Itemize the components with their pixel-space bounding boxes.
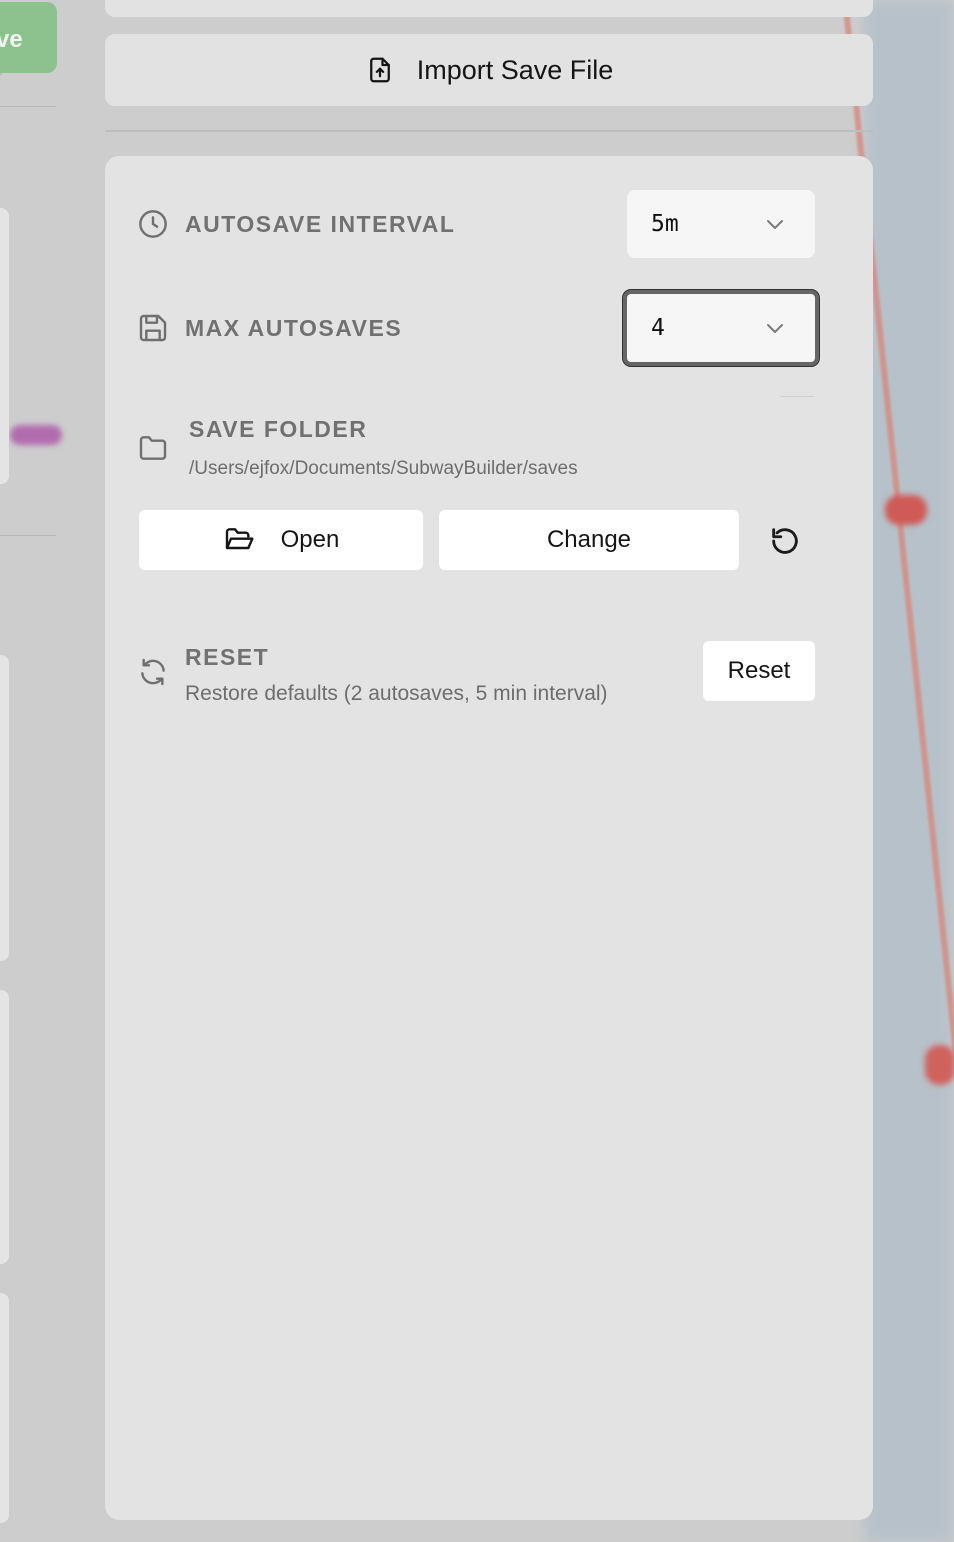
save-folder-label: SAVE FOLDER xyxy=(189,416,368,442)
left-card xyxy=(0,1293,9,1523)
previous-section-card xyxy=(105,0,873,17)
import-save-file-button[interactable]: Import Save File xyxy=(105,34,873,106)
reset-button[interactable]: Reset xyxy=(703,641,815,701)
rotate-ccw-icon xyxy=(772,527,798,554)
open-folder-button[interactable]: Open xyxy=(139,510,423,570)
divider xyxy=(0,535,56,536)
section-divider xyxy=(105,130,873,132)
max-autosaves-label: MAX AUTOSAVES xyxy=(185,314,403,341)
left-card xyxy=(0,208,9,484)
refresh-icon xyxy=(141,658,165,686)
clock-icon xyxy=(139,210,167,238)
autosave-interval-label: AUTOSAVE INTERVAL xyxy=(185,210,456,237)
map-station-marker xyxy=(925,1045,954,1085)
save-button[interactable]: ve xyxy=(0,2,57,73)
divider xyxy=(0,106,56,107)
file-upload-icon xyxy=(369,57,390,83)
autosave-interval-value: 5m xyxy=(651,211,679,237)
autosave-interval-row: AUTOSAVE INTERVAL xyxy=(137,208,455,240)
max-autosaves-row: MAX AUTOSAVES xyxy=(137,312,402,344)
left-card xyxy=(0,655,9,961)
map-station-marker xyxy=(10,425,62,445)
reset-description: Restore defaults (2 autosaves, 5 min int… xyxy=(185,682,608,705)
chevron-down-icon xyxy=(767,220,783,229)
reset-button-label: Reset xyxy=(727,657,791,684)
save-button-label: ve xyxy=(0,26,23,53)
autosave-interval-select[interactable]: 5m xyxy=(627,190,815,258)
reset-label: RESET xyxy=(185,644,270,670)
left-card xyxy=(0,990,9,1264)
import-save-file-label: Import Save File xyxy=(416,54,614,85)
save-settings-panel: AUTOSAVE INTERVAL 5m MAX AUTOSAVES 4 SAV… xyxy=(105,156,873,1520)
folder-icon xyxy=(139,436,167,460)
reset-folder-button[interactable] xyxy=(765,522,805,562)
floppy-disk-icon xyxy=(139,314,167,342)
divider xyxy=(780,396,814,397)
max-autosaves-select[interactable]: 4 xyxy=(623,290,819,366)
max-autosaves-value: 4 xyxy=(651,315,665,341)
chevron-down-icon xyxy=(767,324,783,333)
folder-open-icon xyxy=(225,528,254,550)
map-water xyxy=(864,0,954,1542)
change-folder-button[interactable]: Change xyxy=(439,510,739,570)
map-station-marker xyxy=(885,495,927,525)
change-folder-label: Change xyxy=(546,526,632,553)
open-folder-label: Open xyxy=(280,526,340,553)
save-folder-path: /Users/ejfox/Documents/SubwayBuilder/sav… xyxy=(189,458,578,479)
